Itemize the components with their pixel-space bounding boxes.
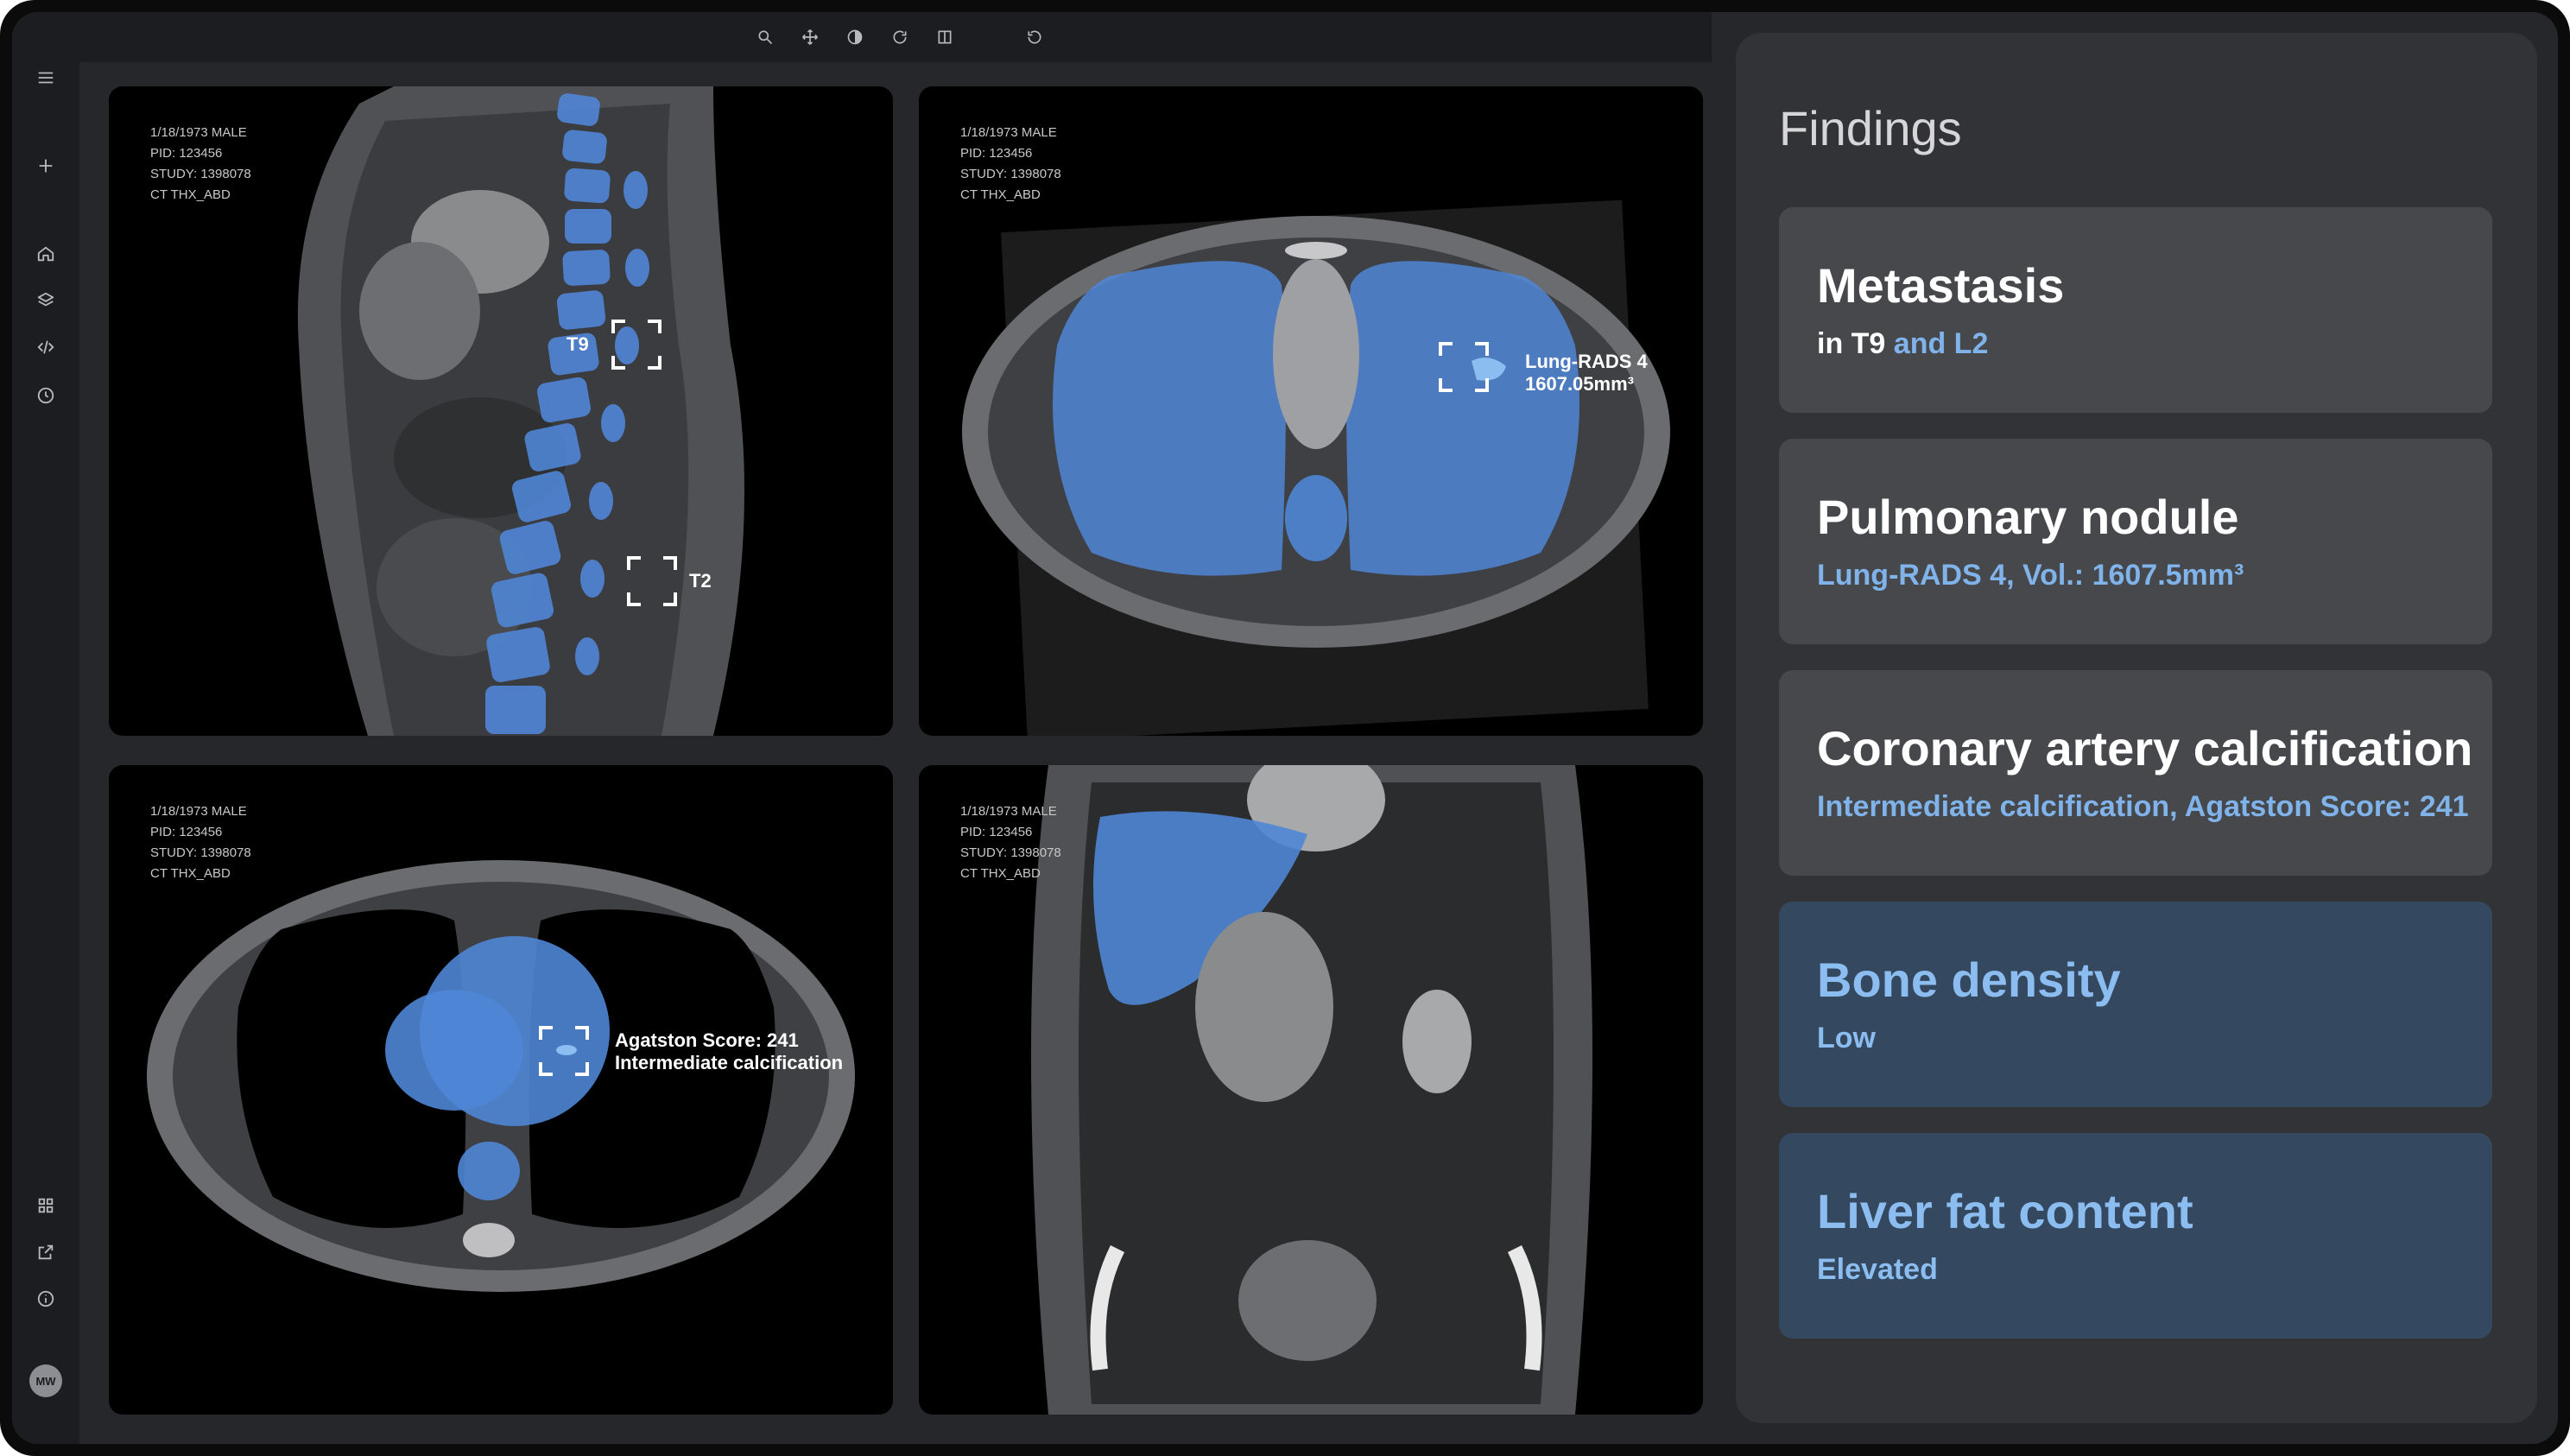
focus-bracket — [1439, 342, 1489, 392]
label-t2: T2 — [689, 570, 712, 592]
pan-icon[interactable] — [800, 27, 820, 47]
patient-overlay: 1/18/1973 MALE PID: 123456 STUDY: 139807… — [150, 804, 251, 881]
rotate-icon[interactable] — [889, 27, 910, 47]
split-view-icon[interactable] — [934, 27, 955, 47]
zoom-icon[interactable] — [755, 27, 775, 47]
finding-detail: in T9 and L2 — [1817, 327, 1989, 360]
finding-card-bone-density[interactable]: Bone density Low — [1779, 902, 2492, 1107]
finding-detail: Intermediate calcification, Agatston Sco… — [1817, 790, 2469, 823]
findings-panel: Findings Metastasis in T9 and L2 Pulmona… — [1736, 33, 2537, 1423]
viewport-sagittal[interactable]: 1/18/1973 MALE PID: 123456 STUDY: 139807… — [109, 86, 893, 736]
label-t9: T9 — [567, 333, 589, 355]
viewport-axial-lung[interactable]: 1/18/1973 MALE PID: 123456 STUDY: 139807… — [919, 86, 1703, 736]
finding-title: Bone density — [1817, 953, 2121, 1007]
patient-overlay: 1/18/1973 MALE PID: 123456 STUDY: 139807… — [150, 125, 251, 202]
grid-icon[interactable] — [35, 1195, 56, 1216]
lung-rads-annotation: Lung-RADS 4 1607.05mm³ — [1525, 351, 1648, 395]
avatar[interactable]: MW — [29, 1364, 62, 1397]
left-sidebar: MW — [12, 12, 79, 1444]
external-link-icon[interactable] — [35, 1242, 56, 1263]
finding-title: Metastasis — [1817, 258, 2065, 313]
layers-icon[interactable] — [35, 290, 56, 311]
focus-bracket — [627, 556, 677, 606]
finding-title: Pulmonary nodule — [1817, 490, 2239, 544]
menu-icon[interactable] — [35, 67, 56, 88]
code-icon[interactable] — [35, 337, 56, 358]
viewport-axial-heart[interactable]: 1/18/1973 MALE PID: 123456 STUDY: 139807… — [109, 765, 893, 1415]
finding-card-coronary-calcification[interactable]: Coronary artery calcification Intermedia… — [1779, 670, 2492, 876]
findings-title: Findings — [1779, 101, 1962, 155]
contrast-icon[interactable] — [845, 27, 865, 47]
finding-title: Liver fat content — [1817, 1184, 2193, 1238]
home-icon[interactable] — [35, 244, 56, 264]
agatston-annotation: Agatston Score: 241 Intermediate calcifi… — [615, 1029, 844, 1073]
info-icon[interactable] — [35, 1288, 56, 1309]
device-frame: MW 1/18/1973 MALE PID: 123456 STUDY: 139… — [0, 0, 2570, 1456]
finding-card-metastasis[interactable]: Metastasis in T9 and L2 — [1779, 207, 2492, 413]
finding-detail: Lung-RADS 4, Vol.: 1607.5mm³ — [1817, 559, 2244, 592]
finding-detail: Elevated — [1817, 1253, 1938, 1286]
finding-card-liver-fat[interactable]: Liver fat content Elevated — [1779, 1133, 2492, 1339]
finding-card-pulmonary-nodule[interactable]: Pulmonary nodule Lung-RADS 4, Vol.: 1607… — [1779, 439, 2492, 644]
app-screen: MW 1/18/1973 MALE PID: 123456 STUDY: 139… — [12, 12, 2558, 1444]
patient-overlay: 1/18/1973 MALE PID: 123456 STUDY: 139807… — [960, 804, 1061, 881]
plus-icon[interactable] — [35, 155, 56, 176]
focus-bracket — [611, 320, 661, 370]
focus-bracket — [539, 1026, 589, 1076]
patient-overlay: 1/18/1973 MALE PID: 123456 STUDY: 139807… — [960, 125, 1061, 202]
viewport-coronal[interactable]: 1/18/1973 MALE PID: 123456 STUDY: 139807… — [919, 765, 1703, 1415]
viewer-toolbar — [79, 12, 1712, 62]
clock-icon[interactable] — [35, 385, 56, 406]
finding-detail: Low — [1817, 1022, 1876, 1054]
finding-title: Coronary artery calcification — [1817, 721, 2473, 775]
undo-icon[interactable] — [1024, 27, 1045, 47]
